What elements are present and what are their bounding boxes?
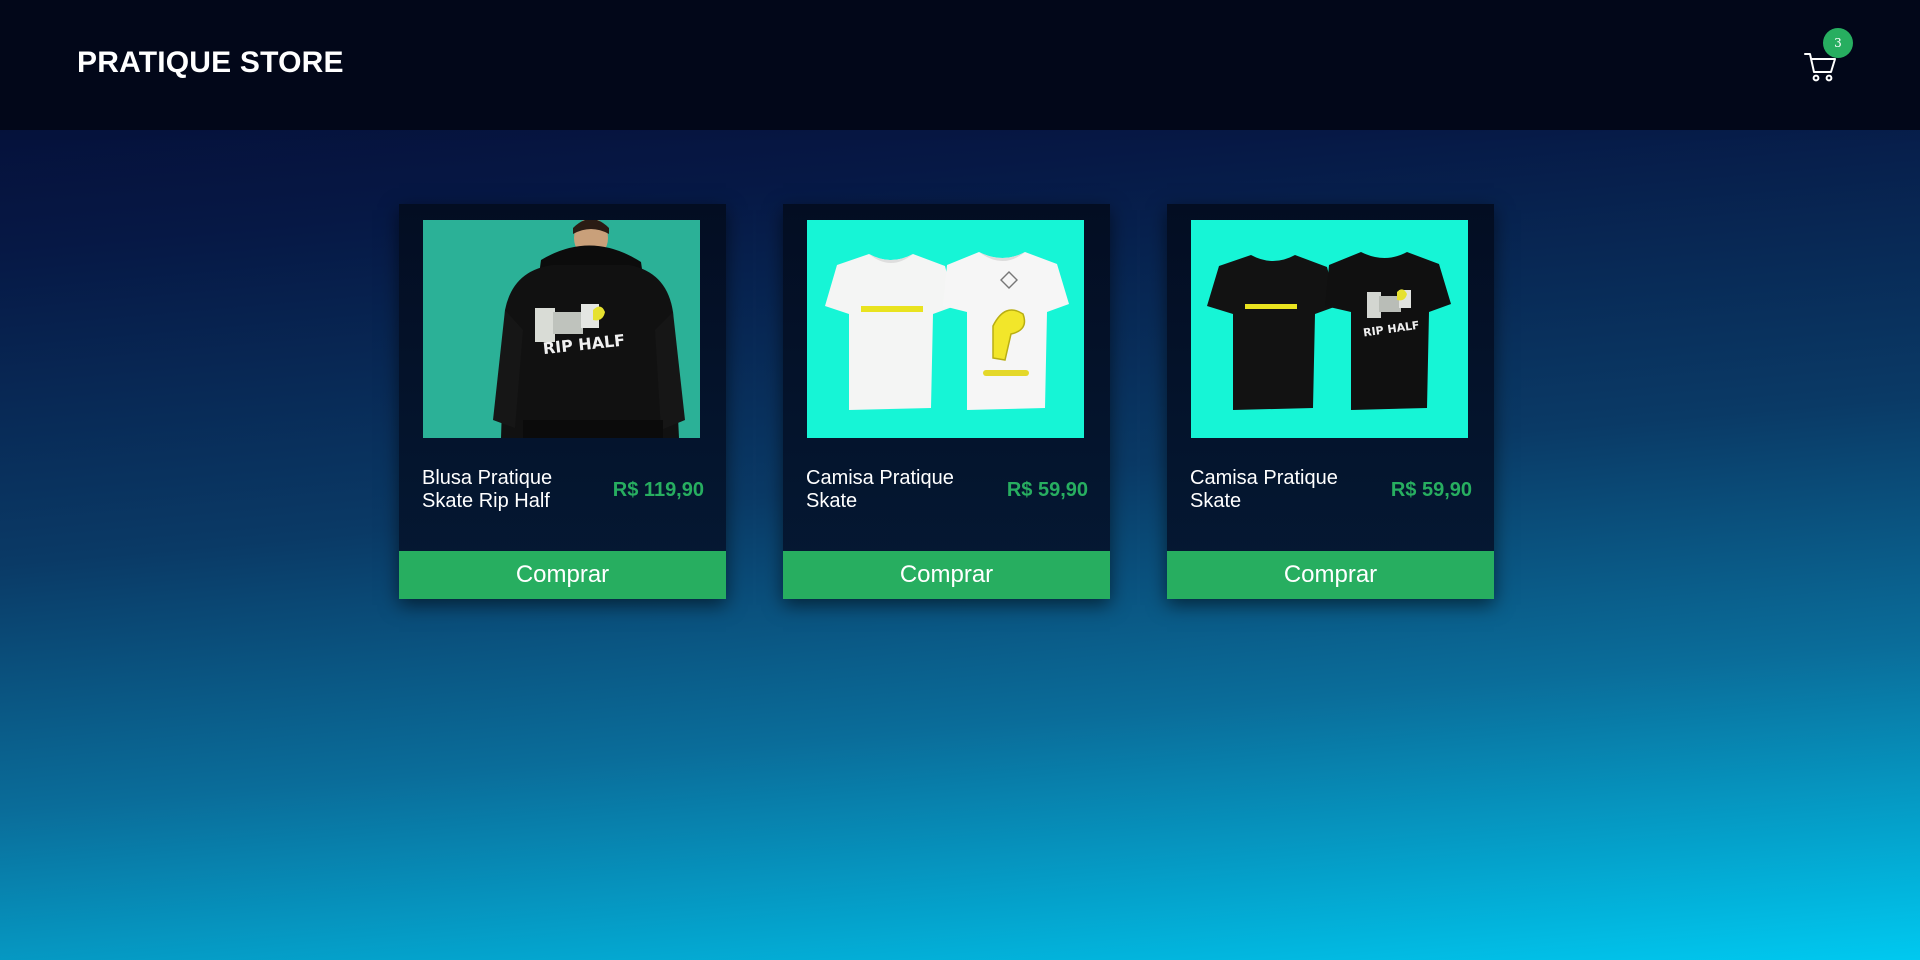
- product-card: RIP HALF Blusa Pratique Skate Rip Half R…: [399, 204, 726, 599]
- product-info: Camisa Pratique Skate R$ 59,90: [1190, 467, 1472, 513]
- cart-button[interactable]: 3: [1804, 28, 1853, 86]
- product-image-black-tshirts[interactable]: RIP HALF: [1191, 220, 1468, 438]
- product-image-white-tshirts[interactable]: [807, 220, 1084, 438]
- product-price: R$ 59,90: [1390, 478, 1472, 501]
- product-card: RIP HALF Camisa Pratique Skate R$ 59,90 …: [1167, 204, 1494, 599]
- product-price: R$ 119,90: [612, 478, 704, 501]
- product-card: Camisa Pratique Skate R$ 59,90 Comprar: [783, 204, 1110, 599]
- product-info: Blusa Pratique Skate Rip Half R$ 119,90: [422, 467, 704, 513]
- product-price: R$ 59,90: [1006, 478, 1088, 501]
- store-logo[interactable]: PRATIQUE STORE: [77, 46, 344, 80]
- top-bar: PRATIQUE STORE 3: [0, 0, 1920, 130]
- buy-button[interactable]: Comprar: [783, 551, 1110, 599]
- black-tshirts-photo: RIP HALF: [1191, 220, 1468, 438]
- product-name: Blusa Pratique Skate Rip Half: [422, 467, 553, 512]
- product-list: RIP HALF Blusa Pratique Skate Rip Half R…: [399, 204, 1494, 599]
- buy-button[interactable]: Comprar: [399, 551, 726, 599]
- hoodie-photo: RIP HALF: [423, 220, 700, 438]
- product-name: Camisa Pratique Skate: [806, 467, 954, 512]
- product-info: Camisa Pratique Skate R$ 59,90: [806, 467, 1088, 513]
- buy-button[interactable]: Comprar: [1167, 551, 1494, 599]
- product-name: Camisa Pratique Skate: [1190, 467, 1338, 512]
- product-image-hoodie[interactable]: RIP HALF: [423, 220, 700, 438]
- cart-count-badge: 3: [1823, 28, 1853, 58]
- white-tshirts-photo: [807, 220, 1084, 438]
